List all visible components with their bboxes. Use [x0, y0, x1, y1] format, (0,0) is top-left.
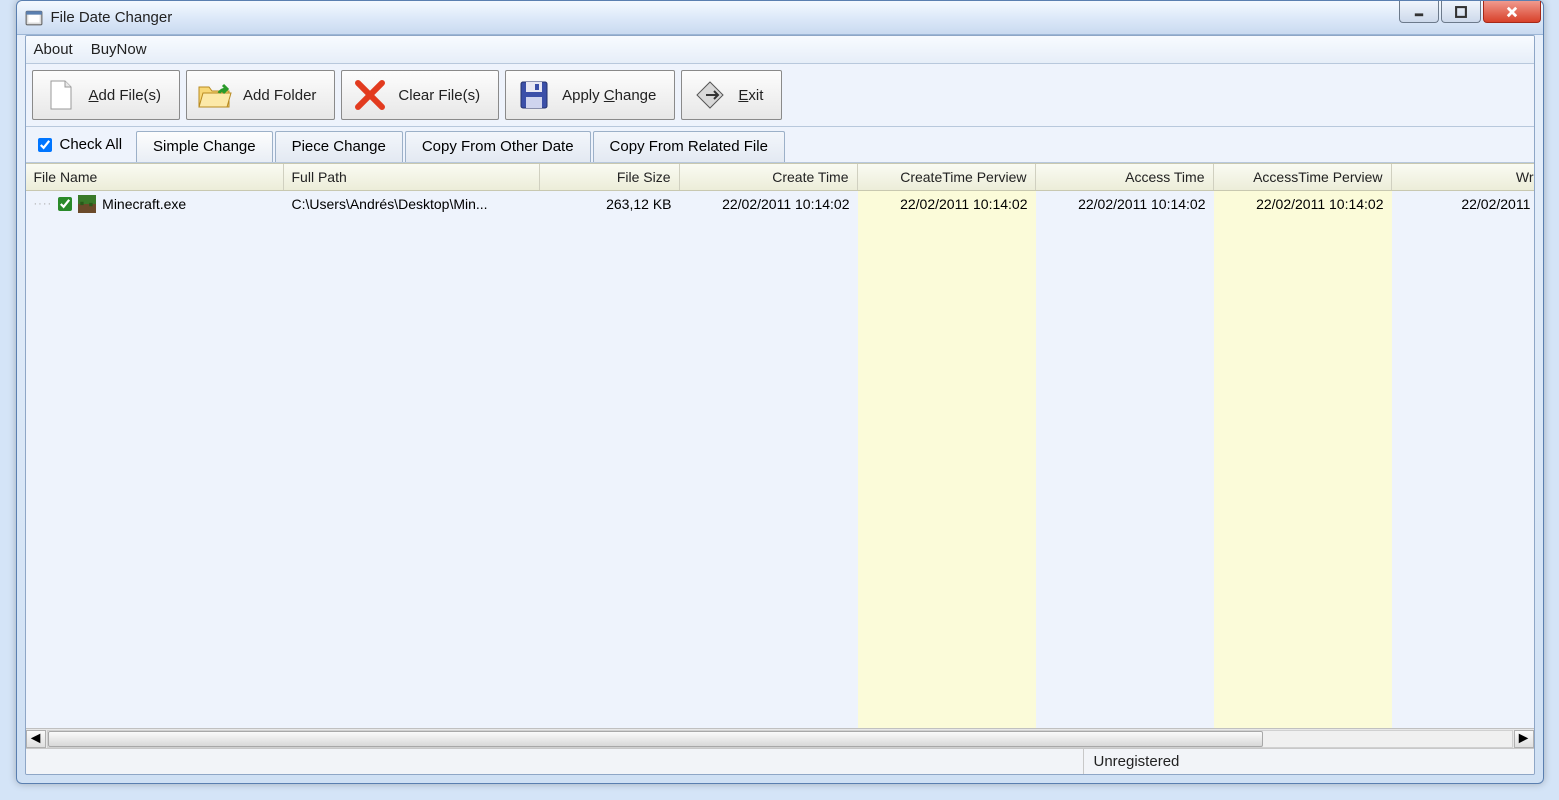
exit-label: Exit [738, 87, 763, 104]
status-bar: Unregistered [26, 748, 1534, 774]
add-folder-button[interactable]: Add Folder [186, 70, 335, 120]
window-title: File Date Changer [51, 9, 173, 26]
tree-connector-icon: ···· [34, 198, 53, 210]
add-files-button[interactable]: Add File(s) [32, 70, 181, 120]
grid-body[interactable]: ···· Minecraft.exe C:\Users\Andrés\Deskt… [26, 191, 1534, 728]
grid-header: File Name Full Path File Size Create Tim… [26, 163, 1534, 191]
tab-simple-change[interactable]: Simple Change [136, 131, 273, 162]
scroll-left-arrow-icon[interactable]: ◄ [26, 730, 46, 748]
file-name-text: Minecraft.exe [102, 196, 186, 212]
app-window: File Date Changer About BuyNow Add File(… [16, 0, 1544, 784]
clear-x-icon [352, 77, 388, 113]
file-add-icon [43, 77, 79, 113]
cell-full-path: C:\Users\Andrés\Desktop\Min... [284, 196, 540, 212]
col-access-time[interactable]: Access Time [1036, 164, 1214, 190]
cell-file-name: ···· Minecraft.exe [26, 195, 284, 213]
clear-files-button[interactable]: Clear File(s) [341, 70, 499, 120]
col-file-name[interactable]: File Name [26, 164, 284, 190]
cell-create-time-preview: 22/02/2011 10:14:02 [858, 196, 1036, 212]
client-area: About BuyNow Add File(s) Add Folder C [25, 35, 1535, 775]
menu-about[interactable]: About [34, 41, 73, 58]
maximize-button[interactable] [1441, 1, 1481, 23]
status-left [26, 749, 1084, 774]
tab-copy-other-date[interactable]: Copy From Other Date [405, 131, 591, 162]
apply-change-button[interactable]: Apply Change [505, 70, 675, 120]
col-create-time[interactable]: Create Time [680, 164, 858, 190]
table-row[interactable]: ···· Minecraft.exe C:\Users\Andrés\Deskt… [26, 191, 1534, 217]
file-grid: File Name Full Path File Size Create Tim… [26, 163, 1534, 748]
menu-buynow[interactable]: BuyNow [91, 41, 147, 58]
cell-file-size: 263,12 KB [540, 196, 680, 212]
check-all-label: Check All [60, 136, 123, 153]
add-folder-label: Add Folder [243, 87, 316, 104]
cell-access-time-preview: 22/02/2011 10:14:02 [1214, 196, 1392, 212]
col-write-time[interactable]: Write T [1392, 164, 1534, 190]
exit-button[interactable]: Exit [681, 70, 782, 120]
scroll-right-arrow-icon[interactable]: ► [1514, 730, 1534, 748]
scroll-track[interactable] [47, 730, 1513, 748]
check-all-checkbox[interactable] [38, 138, 52, 152]
menubar: About BuyNow [26, 36, 1534, 64]
clear-files-label: Clear File(s) [398, 87, 480, 104]
save-disk-icon [516, 77, 552, 113]
check-all[interactable]: Check All [32, 127, 137, 162]
close-button[interactable] [1483, 1, 1541, 23]
apply-change-label: Apply Change [562, 87, 656, 104]
cell-create-time: 22/02/2011 10:14:02 [680, 196, 858, 212]
tab-copy-related-file[interactable]: Copy From Related File [593, 131, 785, 162]
tab-row: Check All Simple Change Piece Change Cop… [26, 127, 1534, 163]
horizontal-scrollbar[interactable]: ◄ ► [26, 728, 1534, 748]
col-create-time-preview[interactable]: CreateTime Perview [858, 164, 1036, 190]
col-file-size[interactable]: File Size [540, 164, 680, 190]
add-files-label: Add File(s) [89, 87, 162, 104]
cell-write-time: 22/02/2011 10:1 [1392, 196, 1534, 212]
col-full-path[interactable]: Full Path [284, 164, 540, 190]
window-controls [1399, 1, 1541, 23]
cell-access-time: 22/02/2011 10:14:02 [1036, 196, 1214, 212]
col-access-time-preview[interactable]: AccessTime Perview [1214, 164, 1392, 190]
minecraft-file-icon [78, 195, 96, 213]
tab-piece-change[interactable]: Piece Change [275, 131, 403, 162]
scroll-thumb[interactable] [48, 731, 1263, 747]
exit-icon [692, 77, 728, 113]
titlebar[interactable]: File Date Changer [17, 1, 1543, 35]
status-registration: Unregistered [1084, 749, 1534, 774]
app-icon [25, 9, 43, 27]
toolbar: Add File(s) Add Folder Clear File(s) App… [26, 64, 1534, 127]
folder-open-icon [197, 77, 233, 113]
row-checkbox[interactable] [58, 197, 72, 211]
minimize-button[interactable] [1399, 1, 1439, 23]
preview-stripe-access [1214, 191, 1392, 728]
preview-stripe-create [858, 191, 1036, 728]
